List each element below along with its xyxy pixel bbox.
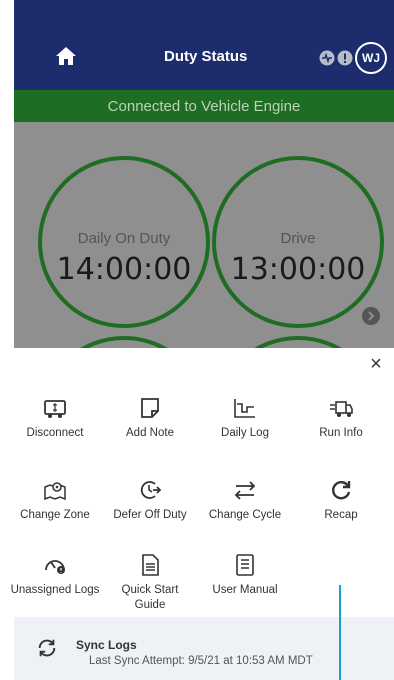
page-title: Duty Status [164,48,248,65]
menu-item-quick-start-guide[interactable]: Quick Start Guide [105,553,195,613]
daily-log-icon [234,399,255,418]
drive-dial[interactable]: Drive 13:00:00 [212,156,384,328]
menu-item-label: Recap [324,509,358,521]
menu-item-change-cycle[interactable]: Change Cycle [200,478,290,523]
menu-item-label: Unassigned Logs [10,584,100,596]
refresh-icon [332,481,351,500]
menu-item-disconnect[interactable]: Disconnect [10,396,100,441]
truck-disconnect-icon [44,400,66,418]
swap-arrows-icon [234,481,256,500]
scroll-indicator [339,585,341,680]
menu-item-defer-off-duty[interactable]: Defer Off Duty [105,478,195,523]
menu-item-label: Add Note [126,427,174,439]
menu-item-label: Disconnect [26,427,84,439]
manual-icon [236,554,254,576]
map-pin-icon [44,482,66,501]
home-icon[interactable] [54,44,78,68]
menu-item-label: Quick Start Guide [121,584,179,611]
menu-item-daily-log[interactable]: Daily Log [200,396,290,441]
gauge-icon [45,560,65,574]
menu-item-add-note[interactable]: Add Note [105,396,195,441]
dial-label: Daily On Duty [77,230,171,247]
menu-item-label: Defer Off Duty [113,509,187,521]
dial-label: Drive [280,230,316,247]
menu-item-unassigned-logs[interactable]: Unassigned Logs [10,553,100,598]
note-icon [141,398,159,418]
run-info-truck-icon [330,401,353,417]
dial-value: 14:00:00 [56,252,192,287]
sync-last-attempt: Last Sync Attempt: 9/5/21 at 10:53 AM MD… [89,655,313,667]
menu-item-recap[interactable]: Recap [296,478,386,523]
user-avatar[interactable]: WJ [355,42,387,74]
diagnostics-icon[interactable] [319,50,335,66]
app-header: Duty Status WJ [14,0,394,90]
menu-item-label: User Manual [212,584,278,596]
menu-item-change-zone[interactable]: Change Zone [10,478,100,523]
duty-dials-area: Daily On Duty 14:00:00 Drive 13:00:00 [14,122,394,370]
menu-item-run-info[interactable]: Run Info [296,396,386,441]
document-icon [142,554,159,576]
menu-item-label: Change Zone [20,509,90,521]
dial-value: 13:00:00 [230,252,366,287]
close-icon[interactable]: × [366,353,386,376]
next-page-icon[interactable] [362,307,380,325]
alert-icon[interactable] [337,50,353,66]
sync-logs-bar[interactable]: Sync Logs Last Sync Attempt: 9/5/21 at 1… [14,617,394,680]
menu-item-label: Run Info [319,427,363,439]
daily-on-duty-dial[interactable]: Daily On Duty 14:00:00 [38,156,210,328]
sync-icon [38,639,56,657]
clock-arrow-icon [140,481,162,499]
connection-status-banner: Connected to Vehicle Engine [14,90,394,122]
menu-item-user-manual[interactable]: User Manual [200,553,290,598]
menu-item-label: Change Cycle [208,509,282,521]
menu-item-label: Daily Log [221,427,269,439]
sync-title: Sync Logs [76,638,137,652]
